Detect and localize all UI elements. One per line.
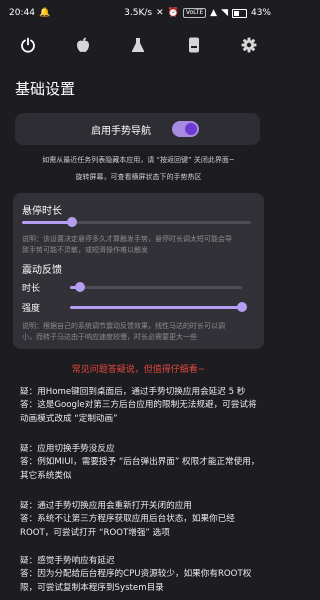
settings-card: 悬停时长 说明：该设置决定悬停多久才算触发手势，悬停时长调太短可能会导 致手势可… [13, 193, 264, 349]
hover-duration-title: 悬停时长 [22, 206, 62, 217]
faq-answer: 答：因为分配给后台程序的CPU资源较少，如果你有ROOT权限，可尝试复制本程序到… [20, 569, 252, 593]
faq-question: 疑：通过手势切换应用会重新打开关闭的应用 [20, 501, 192, 511]
faq-item: 疑：用Home键回到桌面后，通过手势切换应用会延迟 5 秒 答：这是Google… [20, 386, 265, 426]
hover-duration-slider[interactable] [22, 217, 251, 227]
power-icon [20, 37, 35, 53]
faq-item: 疑：感觉手势响应有延迟 答：因为分配给后台程序的CPU资源较少，如果你有ROOT… [20, 555, 265, 595]
vibration-desc-line1: 说明：根据自己的系统调节震动反馈效果，线性马达的时长可以调 [22, 322, 225, 330]
faq-question: 疑：应用切换手势没反应 [20, 444, 115, 454]
slider-thumb[interactable] [67, 217, 78, 227]
apple-icon [77, 37, 90, 53]
faq-item: 疑：通过手势切换应用会重新打开关闭的应用 答：系统不让第三方程序获取应用后台状态… [20, 500, 265, 540]
volte-badge: VoLTE [182, 8, 207, 18]
network-speed: 3.5K/s [124, 8, 153, 18]
battery-icon [231, 8, 247, 18]
faq-question: 疑：用Home键回到桌面后，通过手势切换应用会延迟 5 秒 [20, 387, 246, 397]
status-right: 3.5K/s ✕ ⏰ VoLTE ▲ ◥ 43% [124, 8, 271, 18]
gesture-nav-switch[interactable] [172, 121, 199, 137]
hint-hide-recents: 如需从最近任务列表隐藏本应用，请 “按返回键” 关闭此界面~ [42, 156, 235, 164]
faq-answer: 答：例如MIUI，需要授予 “后台弹出界面” 权限才能正常使用，其它系统类似 [20, 457, 260, 481]
tab-device[interactable] [179, 30, 209, 60]
tab-lab[interactable] [123, 30, 153, 60]
vibration-title: 震动反馈 [22, 265, 62, 276]
slider-thumb[interactable] [75, 282, 86, 292]
gesture-nav-label: 启用手势导航 [91, 126, 151, 137]
gear-icon [241, 37, 257, 53]
faq-answer: 答：系统不让第三方程序获取应用后台状态，如果你已经ROOT，可尝试打开 “ROO… [20, 514, 235, 538]
vibration-desc-line2: 小，而转子马达由于响应速度较慢，时长必需要更大一些 [22, 333, 197, 341]
status-time: 20:44 [9, 8, 35, 18]
phone-icon [188, 37, 199, 53]
signal-icon: ▲ [210, 8, 218, 18]
tab-bar [0, 26, 277, 64]
flask-icon [132, 38, 145, 52]
vibration-desc: 说明：根据自己的系统调节震动反馈效果，线性马达的时长可以调 小，而转子马达由于响… [22, 321, 258, 343]
alarm-icon: ⏰ [167, 8, 179, 18]
faq-warning: 常见问题答疑说，但值得仔细看~ [71, 365, 206, 375]
hover-desc-line1: 说明：该设置决定悬停多久才算触发手势，悬停时长调太短可能会导 [22, 235, 232, 243]
faq-question: 疑：感觉手势响应有延迟 [20, 556, 115, 566]
switch-knob [185, 123, 197, 135]
vibration-strength-slider[interactable] [70, 302, 247, 312]
wifi-icon: ◥ [221, 8, 228, 18]
slider-fill [70, 306, 242, 309]
faq-answer: 答：这是Google对第三方后台应用的限制无法规避，可尝试将动画模式改成 “定制… [20, 400, 257, 424]
tab-basic[interactable] [13, 30, 43, 60]
tab-apps[interactable] [68, 30, 98, 60]
mute-icon: ✕ [156, 8, 164, 18]
gesture-nav-card[interactable]: 启用手势导航 [15, 113, 260, 145]
slider-thumb[interactable] [237, 302, 247, 312]
slider-fill [22, 221, 73, 224]
page-title: 基础设置 [15, 80, 76, 98]
vibration-duration-slider[interactable] [70, 282, 242, 292]
status-bar: 20:44 🔔 3.5K/s ✕ ⏰ VoLTE ▲ ◥ 43% [0, 0, 277, 26]
hover-duration-desc: 说明：该设置决定悬停多久才算触发手势，悬停时长调太短可能会导 致手势可能不灵敏，… [22, 234, 258, 256]
hint-rotate: 旋转屏幕，可查看横屏状态下的手势热区 [75, 173, 202, 181]
vibration-strength-label: 强度 [22, 304, 41, 314]
hover-desc-line2: 致手势可能不灵敏，或短滑操作难以触发 [22, 246, 148, 254]
tab-settings[interactable] [234, 30, 264, 60]
vibration-duration-label: 时长 [22, 284, 41, 294]
battery-percent: 43% [250, 8, 271, 18]
notification-icon: 🔔 [38, 8, 51, 18]
faq-item: 疑：应用切换手势没反应 答：例如MIUI，需要授予 “后台弹出界面” 权限才能正… [20, 443, 265, 483]
